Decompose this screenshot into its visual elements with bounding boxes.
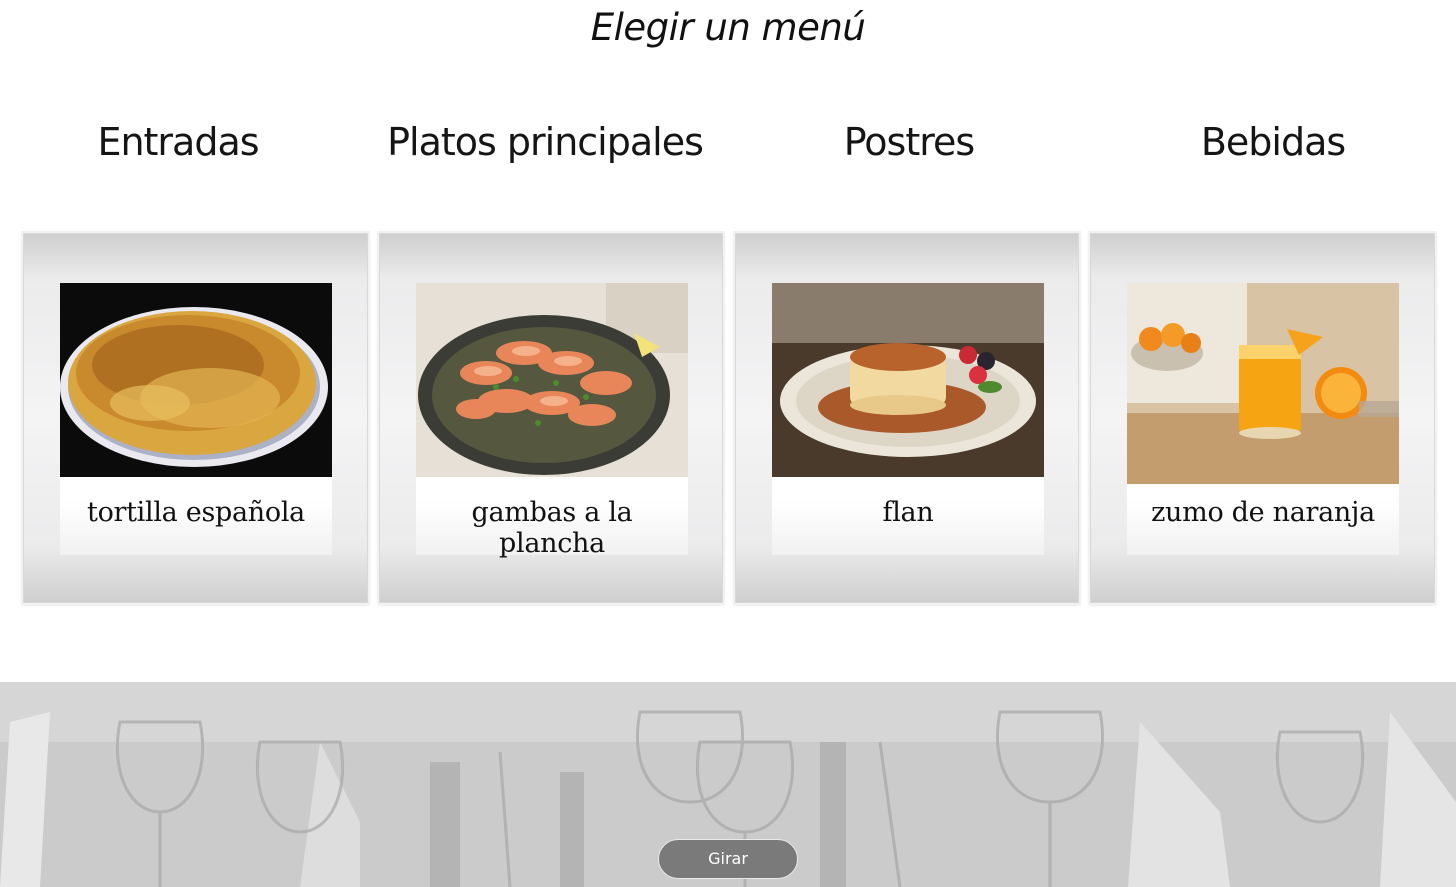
menu-card-bebidas[interactable]: zumo de naranja bbox=[1090, 233, 1435, 603]
dish-label: zumo de naranja bbox=[1151, 497, 1375, 528]
dish-label: tortilla española bbox=[87, 497, 305, 528]
menu-card-platos-principales[interactable]: gambas a la plancha bbox=[379, 233, 723, 603]
menu-page: Elegir un menú Entradas Platos principal… bbox=[0, 0, 1456, 887]
category-heading-bebidas: Bebidas bbox=[1200, 120, 1346, 164]
grilled-prawns-photo bbox=[416, 283, 688, 477]
dish-label: flan bbox=[882, 497, 934, 528]
card-content: gambas a la plancha bbox=[416, 283, 688, 559]
card-content: zumo de naranja bbox=[1127, 283, 1399, 555]
card-content: tortilla española bbox=[60, 283, 332, 555]
category-heading-entradas: Entradas bbox=[97, 120, 259, 164]
spanish-omelette-photo bbox=[60, 283, 332, 477]
category-heading-postres: Postres bbox=[843, 120, 975, 164]
menu-card-entradas[interactable]: tortilla española bbox=[23, 233, 368, 603]
spin-button[interactable]: Girar bbox=[658, 839, 798, 879]
orange-juice-photo bbox=[1127, 283, 1399, 484]
dish-label: gambas a la plancha bbox=[471, 497, 633, 559]
caramel-flan-photo bbox=[772, 283, 1044, 477]
card-content: flan bbox=[772, 283, 1044, 555]
menu-card-postres[interactable]: flan bbox=[735, 233, 1079, 603]
category-heading-platos-principales: Platos principales bbox=[387, 120, 704, 164]
page-title: Elegir un menú bbox=[590, 6, 866, 49]
